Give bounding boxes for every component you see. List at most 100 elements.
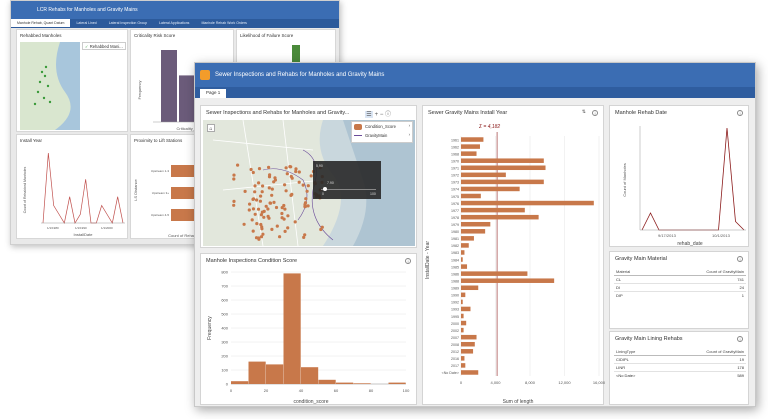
year-label: 1978 [451, 216, 459, 220]
y-tick-label: 200 [221, 354, 228, 359]
manhole-marker [257, 236, 261, 240]
background-map[interactable] [20, 42, 80, 130]
proximity-label: Upstream 1-3 [151, 169, 170, 173]
year-label: 2002 [451, 329, 459, 333]
install-year-series [42, 152, 124, 224]
year-label: 1976 [451, 202, 459, 206]
background-tab-5[interactable]: Manhole Rehab Work Orders [195, 19, 252, 27]
background-tab-1[interactable]: Manhole Rehab, Quant Datum [11, 19, 71, 27]
manhole-marker [243, 189, 247, 193]
manhole-marker [306, 184, 310, 188]
install-year-tick-3: 1/1/2000 [101, 226, 113, 230]
info-icon[interactable]: i [737, 336, 743, 342]
manhole-marker [258, 199, 262, 203]
manhole-marker [232, 199, 236, 203]
manhole-marker [267, 216, 271, 220]
condition-score-chart: 0 100 200 300 400 500 600 700 800 0 20 40 60 80 100 c… [207, 270, 410, 406]
popup-slider-track[interactable] [321, 189, 376, 190]
table-row[interactable]: LINR 178 [614, 363, 746, 372]
manhole-marker [253, 212, 257, 216]
condition-score-title: Manhole Inspections Condition Score [206, 258, 298, 264]
add-icon[interactable]: + [375, 112, 379, 118]
background-map-legend[interactable]: ✓ Rehabbed Mani... [82, 42, 126, 50]
table-row[interactable]: DI 24 [614, 283, 746, 292]
gravity-install-year-title: Sewer Gravity Mains Install Year [428, 110, 508, 116]
manhole-marker [272, 200, 276, 204]
table-row[interactable]: <No Date> 589 [614, 371, 746, 379]
info-icon[interactable]: i [405, 258, 411, 264]
year-bar [461, 334, 477, 340]
popup-label: 5,90 [316, 164, 323, 168]
info-icon[interactable]: i [737, 256, 743, 262]
manhole-marker [283, 229, 287, 233]
install-year-xlabel: InstallDate [74, 232, 94, 237]
year-bar [461, 172, 506, 178]
table-row[interactable]: CIDIPL 19 [614, 355, 746, 364]
map-popup: 5,90 7.90 0 100 [313, 161, 381, 199]
minimize-icon[interactable]: − [380, 112, 384, 118]
popup-slider-handle[interactable] [323, 187, 327, 191]
manhole-marker [253, 190, 257, 194]
table-row[interactable]: DIP 1 [614, 291, 746, 299]
table-row[interactable]: CL 741 [614, 275, 746, 284]
year-label: 1980 [451, 230, 459, 234]
manhole-marker [259, 194, 263, 198]
list-icon[interactable]: ☰ [365, 111, 373, 118]
y-tick-label: 600 [221, 298, 228, 303]
year-label: 1975 [451, 195, 459, 199]
background-map-legend-label: Rehabbed Mani... [89, 44, 123, 49]
year-bar [461, 144, 480, 149]
home-icon[interactable]: ⌂ [207, 124, 215, 132]
background-tab-4[interactable]: Lateral Applications [153, 19, 195, 27]
manhole-marker [232, 173, 236, 177]
info-icon[interactable]: ⓘ [385, 112, 391, 118]
manhole-marker [261, 232, 265, 236]
sort-icon[interactable]: ⇅ [582, 109, 586, 115]
chevron-right-icon[interactable]: › [409, 123, 410, 128]
year-label: <No Date> [442, 371, 459, 375]
install-year-tick-2: 1/1/1990 [75, 226, 87, 230]
x-tick-label: 0 [230, 388, 233, 393]
chevron-right-icon[interactable]: › [409, 132, 410, 137]
year-bar [461, 356, 465, 361]
install-year-tick-1: 1/1/1980 [47, 226, 59, 230]
background-tab-2[interactable]: Lateral Lined [70, 19, 102, 27]
manhole-marker [257, 167, 262, 171]
year-bar [461, 236, 474, 241]
tab-page-1[interactable]: Page 1 [200, 89, 227, 98]
lining-title: Gravity Main Lining Rehabs [615, 336, 683, 342]
manhole-marker [305, 189, 309, 193]
y-tick-label: 500 [221, 312, 228, 317]
manhole-marker [270, 227, 274, 231]
background-map-panel: Rehabbed Manholes ✓ Rehabbed Mani... [16, 29, 128, 132]
manhole-marker [283, 207, 287, 211]
x-tick-label: 12,000 [558, 380, 571, 385]
year-bar [461, 179, 544, 185]
lining-header-name: LiningType [614, 348, 662, 356]
info-icon[interactable]: i [592, 110, 598, 116]
manhole-marker [232, 203, 236, 207]
gravity-swatch-icon [354, 135, 362, 136]
year-label: 1973 [451, 181, 459, 185]
manhole-marker [286, 214, 290, 218]
manhole-marker [284, 166, 288, 170]
info-icon[interactable]: i [737, 110, 743, 116]
manhole-marker [261, 184, 265, 188]
legend-condition-label: Condition_Score [365, 124, 396, 129]
rehab-date-panel: Manhole Rehab Date i 9/17/2013 10/1/2013… [609, 105, 749, 247]
lining-panel: Gravity Main Lining Rehabs i LiningType … [609, 331, 749, 405]
manhole-marker [303, 202, 307, 207]
manhole-marker [267, 186, 271, 190]
histogram-bar [231, 381, 249, 384]
map-toolbar: ☰ + − ⓘ [365, 109, 391, 118]
x-tick-label: 40 [299, 388, 304, 393]
install-year-ylabel: Count of Rehabbed Manholes [23, 167, 27, 214]
popup-slider-start: 0 [322, 192, 324, 196]
year-label: 1983 [451, 251, 459, 255]
background-tab-3[interactable]: Lateral Inspection Group [103, 19, 153, 27]
map-legend[interactable]: Condition_Score › GravityMain › [351, 121, 413, 143]
x-tick-label: 16,000 [593, 380, 605, 385]
y-tick-label: 0 [226, 382, 229, 387]
year-bar [461, 363, 466, 368]
year-bar [461, 186, 520, 192]
